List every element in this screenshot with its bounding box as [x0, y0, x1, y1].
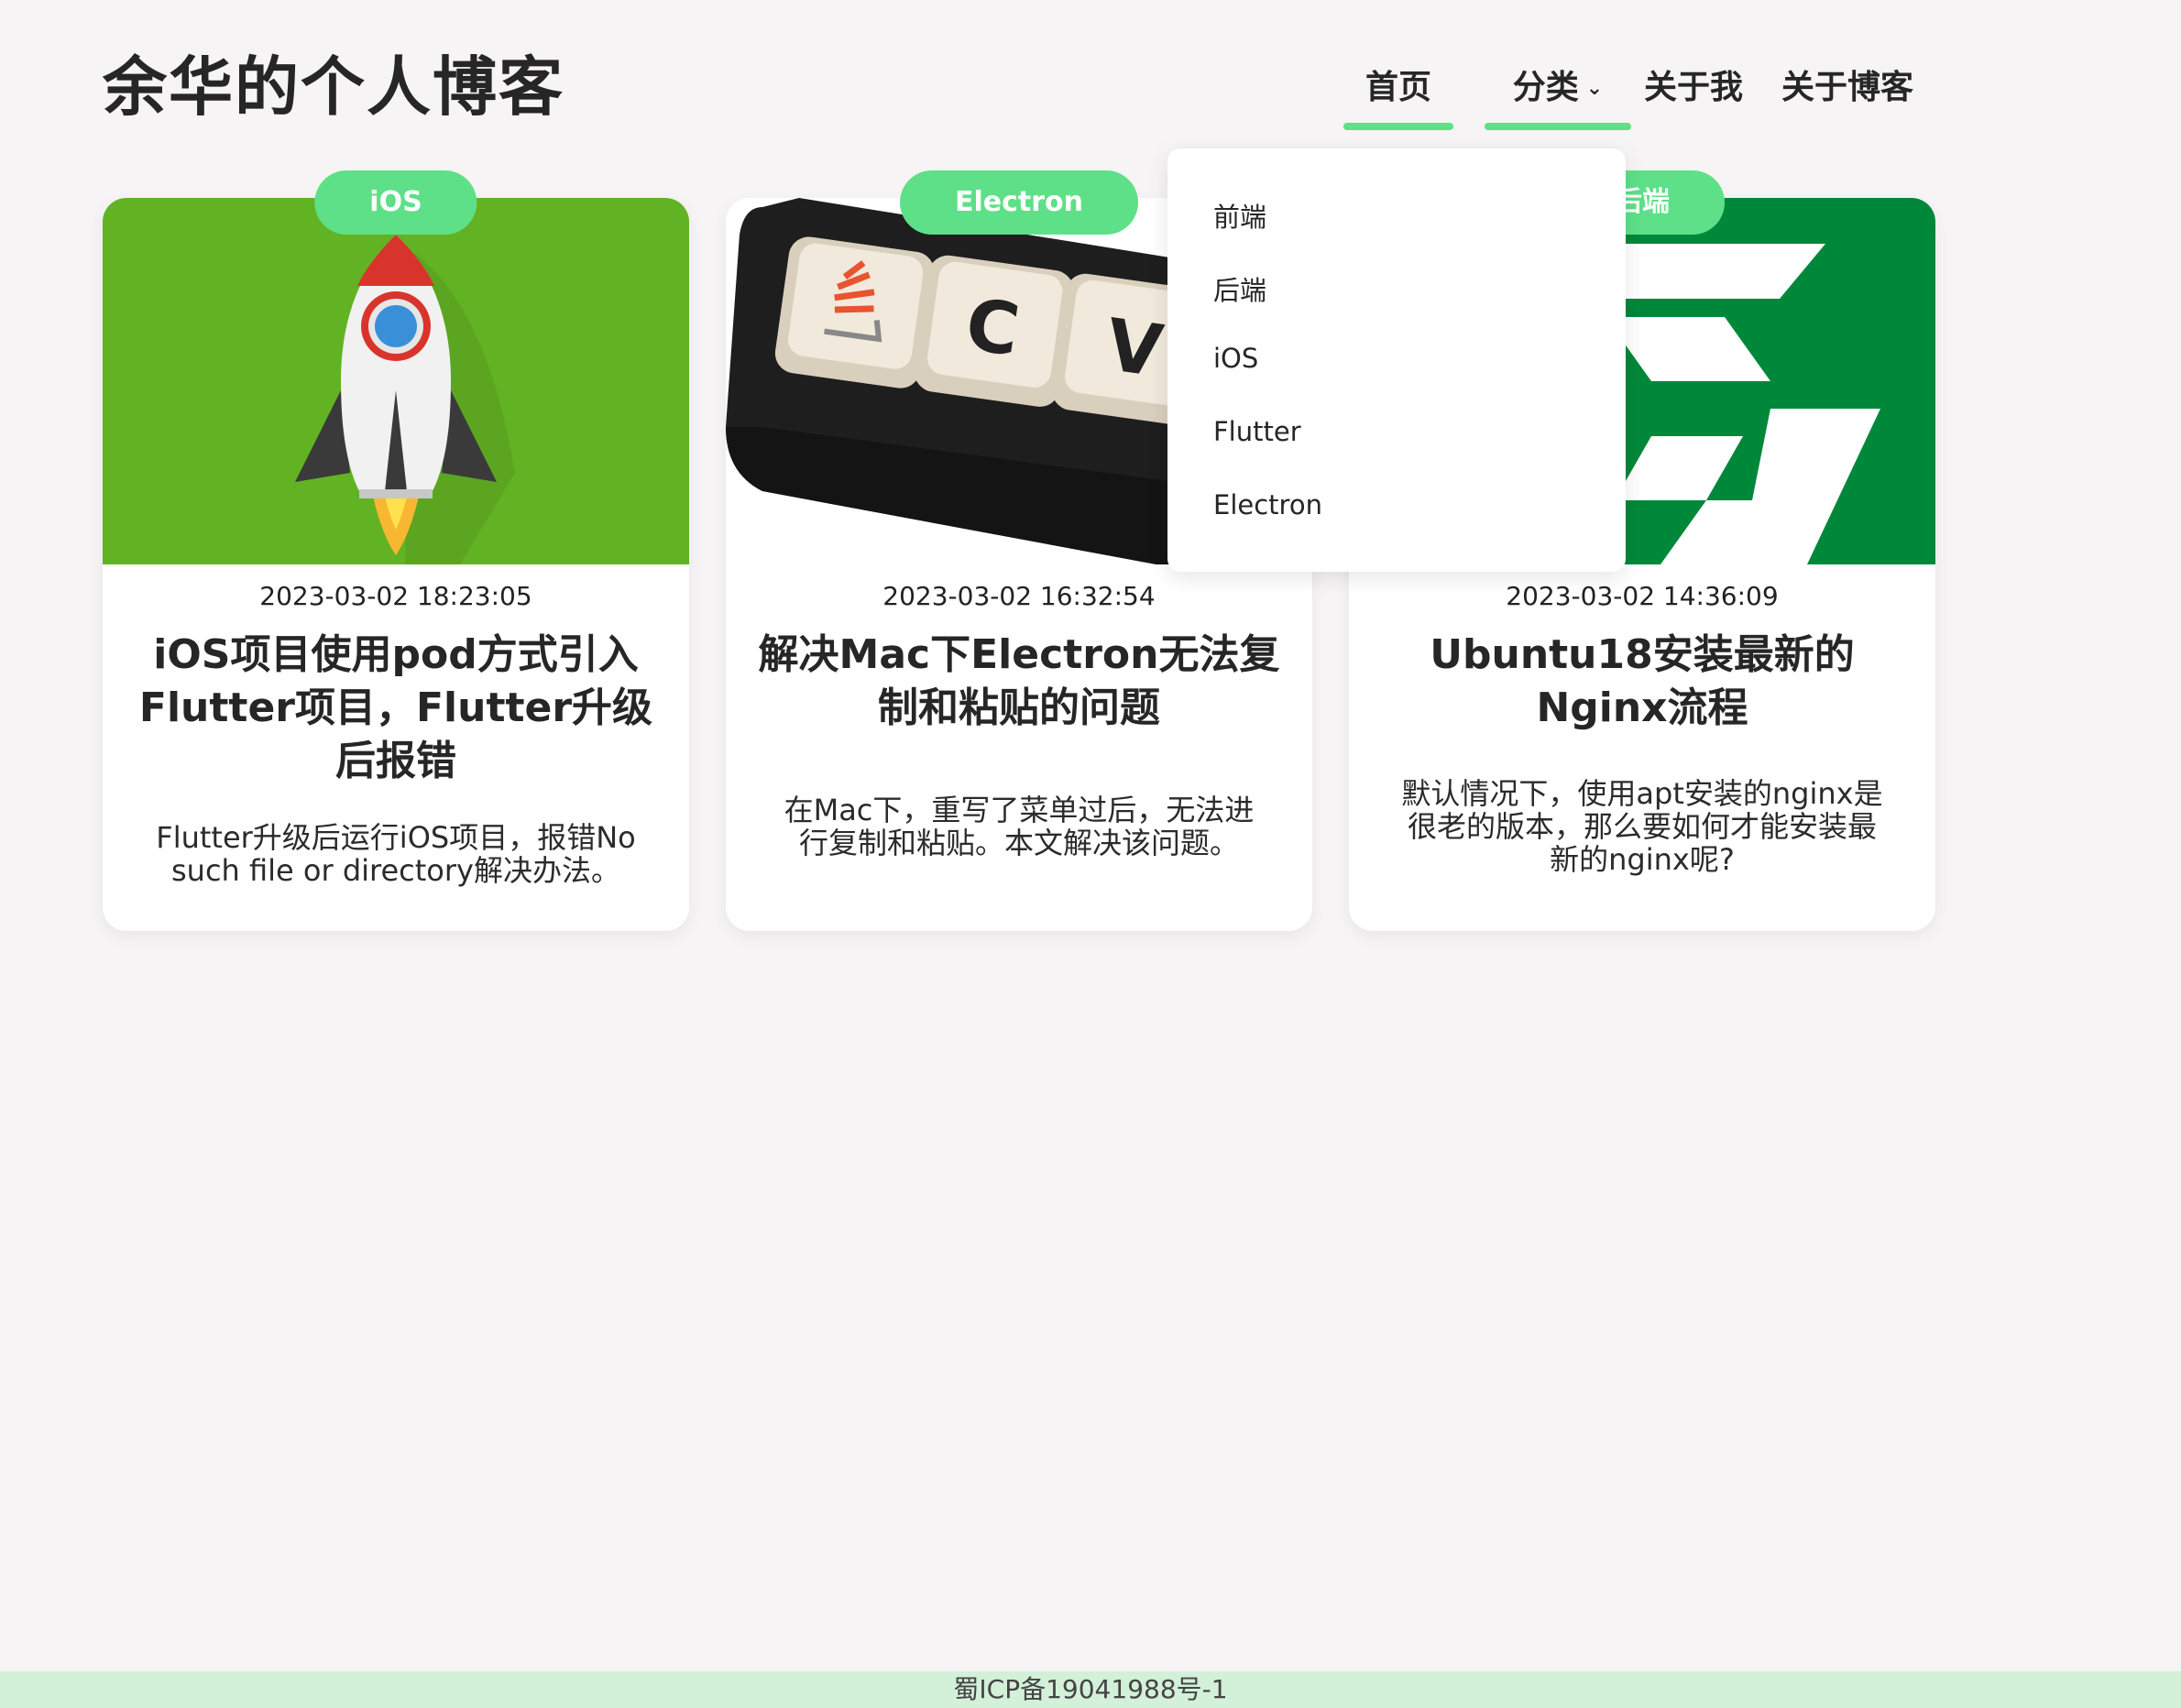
- icp-record-link[interactable]: 蜀ICP备19041988号-1: [953, 1674, 1227, 1704]
- nav-category-label: 分类: [1512, 69, 1579, 106]
- nav-about-blog[interactable]: 关于博客: [1781, 57, 1928, 130]
- nav-home[interactable]: 首页: [1343, 57, 1453, 130]
- nav-about-me[interactable]: 关于我: [1644, 57, 1754, 130]
- dropdown-item-ios[interactable]: iOS: [1213, 343, 1258, 374]
- rocket-illustration: [103, 198, 689, 564]
- post-summary: Flutter升级后运行iOS项目，报错No such file or dire…: [156, 820, 636, 888]
- post-card[interactable]: iOS 2023-03-02 18:23:05 iOS项目使用pod方式引入Fl…: [103, 170, 689, 931]
- svg-text:V: V: [1101, 304, 1167, 394]
- post-date: 2023-03-02 14:36:09: [1506, 581, 1779, 611]
- nav-category[interactable]: 分类 ⌄: [1485, 57, 1631, 130]
- post-tag-badge[interactable]: Electron: [899, 170, 1139, 235]
- post-summary: 在Mac下，重写了菜单过后，无法进行复制和粘贴。本文解决该问题。: [784, 793, 1255, 860]
- post-tag-badge[interactable]: iOS: [314, 170, 477, 235]
- site-title[interactable]: 余华的个人博客: [103, 46, 564, 128]
- category-dropdown-menu: 前端 后端 iOS Flutter Electron: [1167, 148, 1626, 572]
- footer: 蜀ICP备19041988号-1: [0, 1671, 2181, 1708]
- nav-category-underline: [1485, 123, 1631, 130]
- nav-about-blog-label: 关于博客: [1781, 69, 1914, 106]
- post-title[interactable]: iOS项目使用pod方式引入Flutter项目，Flutter升级后报错: [130, 629, 662, 788]
- post-date: 2023-03-02 18:23:05: [259, 581, 532, 611]
- dropdown-item-frontend[interactable]: 前端: [1213, 196, 1266, 235]
- post-title[interactable]: 解决Mac下Electron无法复制和粘贴的问题: [753, 629, 1285, 735]
- chevron-down-icon: ⌄: [1585, 77, 1604, 100]
- nav-home-underline: [1343, 123, 1453, 130]
- post-summary: 默认情况下，使用apt安装的nginx是很老的版本，那么要如何才能安装最新的ng…: [1401, 776, 1883, 877]
- dropdown-item-flutter[interactable]: Flutter: [1213, 416, 1301, 447]
- nav-about-me-label: 关于我: [1644, 69, 1744, 106]
- nav-home-label: 首页: [1364, 69, 1431, 106]
- post-cover-image[interactable]: [103, 198, 689, 564]
- dropdown-item-backend[interactable]: 后端: [1213, 269, 1266, 308]
- post-date: 2023-03-02 16:32:54: [882, 581, 1156, 611]
- dropdown-item-electron[interactable]: Electron: [1213, 489, 1322, 520]
- post-title[interactable]: Ubuntu18安装最新的Nginx流程: [1376, 629, 1908, 735]
